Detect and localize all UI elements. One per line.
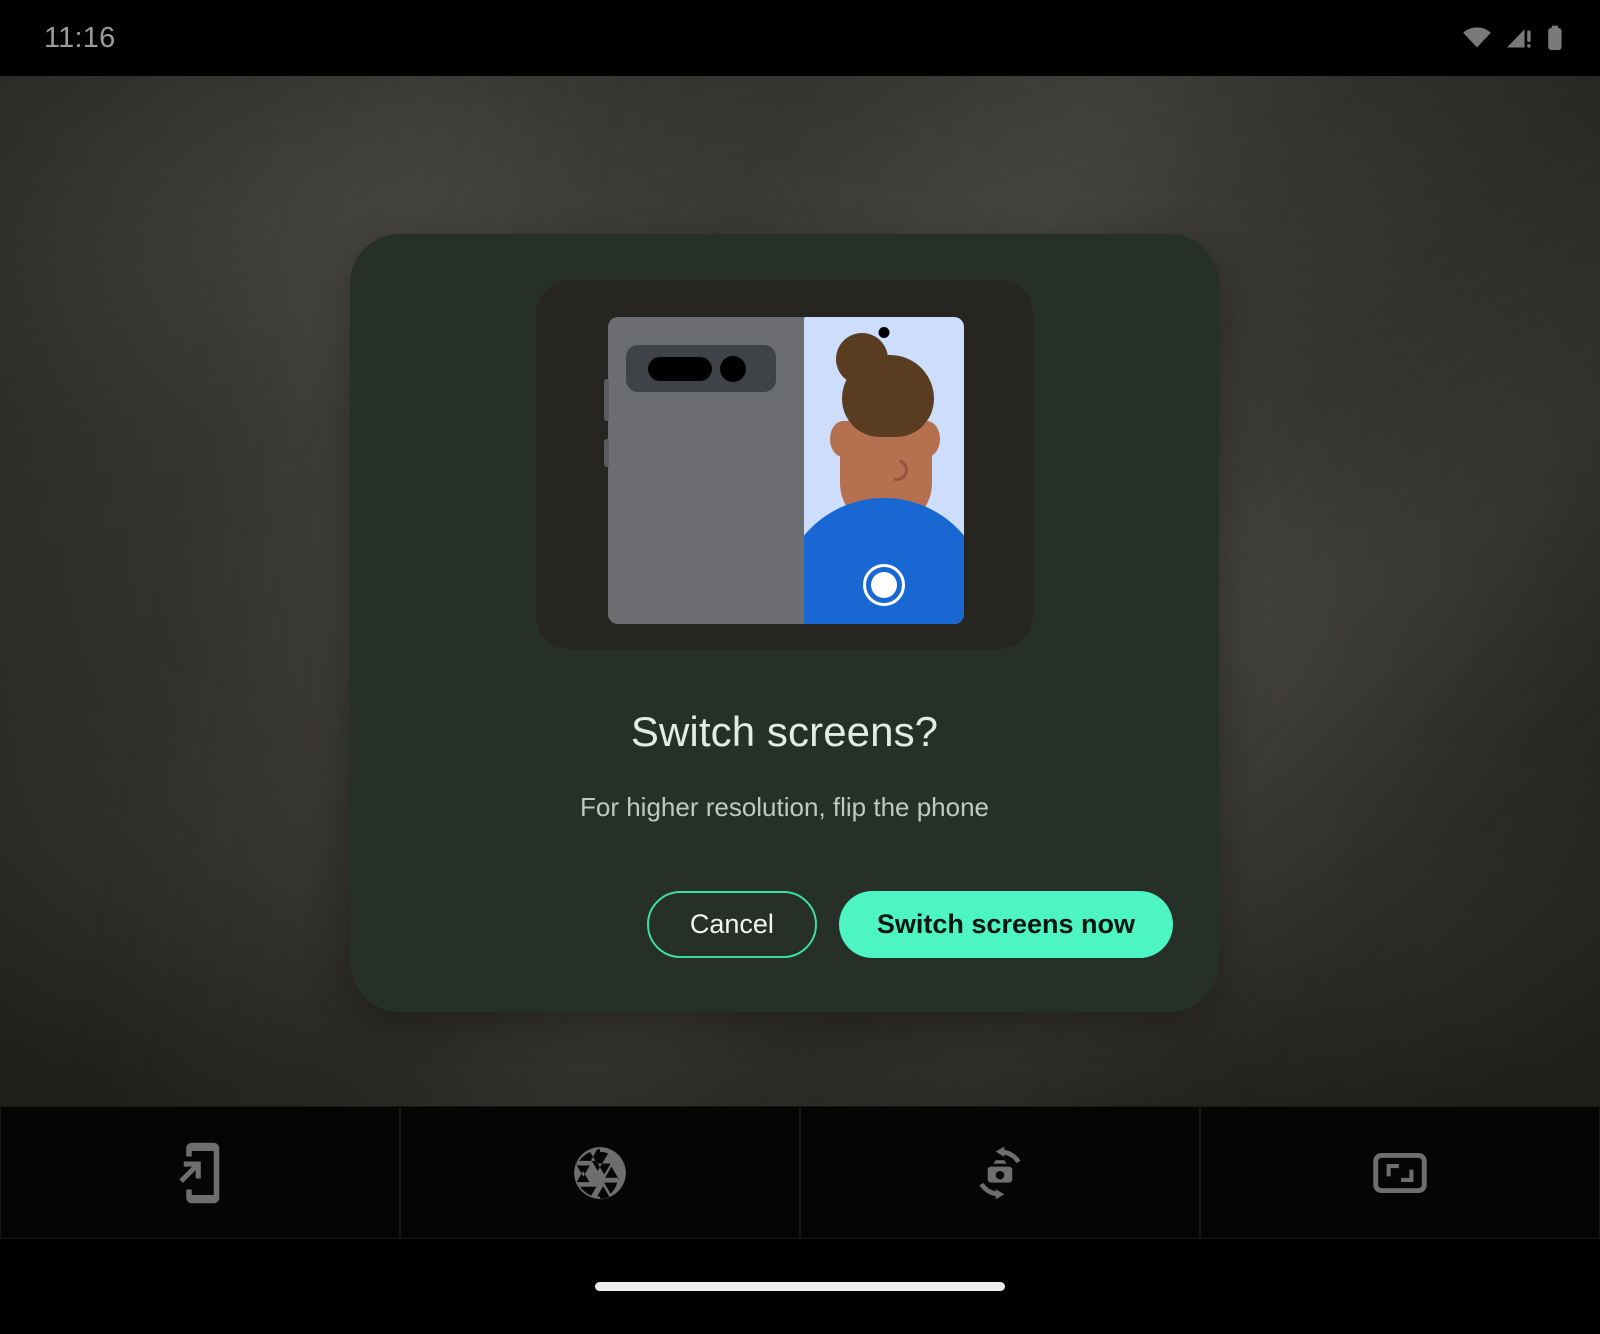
telephoto-lens-icon (720, 356, 746, 382)
wifi-icon (1463, 27, 1491, 48)
cancel-button[interactable]: Cancel (646, 891, 817, 958)
camera-toolbar (0, 1106, 1600, 1239)
device-volume-button (604, 379, 609, 421)
status-bar-clock: 11:16 (44, 21, 116, 54)
switch-screens-now-button[interactable]: Switch screens now (838, 891, 1173, 958)
aspect-ratio-button[interactable] (1200, 1106, 1600, 1239)
camera-shutter-aperture-icon (574, 1146, 626, 1199)
device-back-panel (604, 317, 808, 624)
wide-lens-icon (648, 357, 712, 381)
dialog-actions: Cancel Switch screens now (646, 891, 1173, 958)
switch-to-cover-screen-icon (179, 1142, 220, 1203)
device-cover-screen (804, 317, 964, 624)
phone-screen: 11:16 Switch screens? For higher resolut… (0, 0, 1600, 1334)
foldable-device-graphic (604, 317, 964, 624)
cellular-signal-warning-icon (1507, 29, 1531, 48)
dialog-subtitle: For higher resolution, flip the phone (579, 792, 990, 822)
avatar-hair (842, 355, 934, 437)
gesture-navigation-bar (0, 1239, 1600, 1334)
status-bar-icons (1462, 25, 1564, 51)
aspect-ratio-icon (1373, 1152, 1427, 1193)
flip-camera-button[interactable] (800, 1106, 1200, 1239)
status-bar: 11:16 (0, 0, 1600, 76)
device-power-button (604, 439, 609, 467)
preview-shutter-inner (871, 572, 897, 598)
battery-icon (1548, 25, 1562, 50)
home-gesture-pill[interactable] (595, 1282, 1005, 1291)
switch-to-cover-screen-button[interactable] (0, 1106, 400, 1239)
shutter-button[interactable] (400, 1106, 800, 1239)
preview-shutter-button-icon (863, 564, 905, 606)
device-camera-bar (626, 345, 776, 392)
foldable-phone-selfie-illustration (536, 280, 1033, 649)
dialog-title: Switch screens? (630, 708, 939, 755)
flip-camera-icon (979, 1146, 1021, 1199)
switch-screens-dialog: Switch screens? For higher resolution, f… (350, 234, 1219, 1012)
